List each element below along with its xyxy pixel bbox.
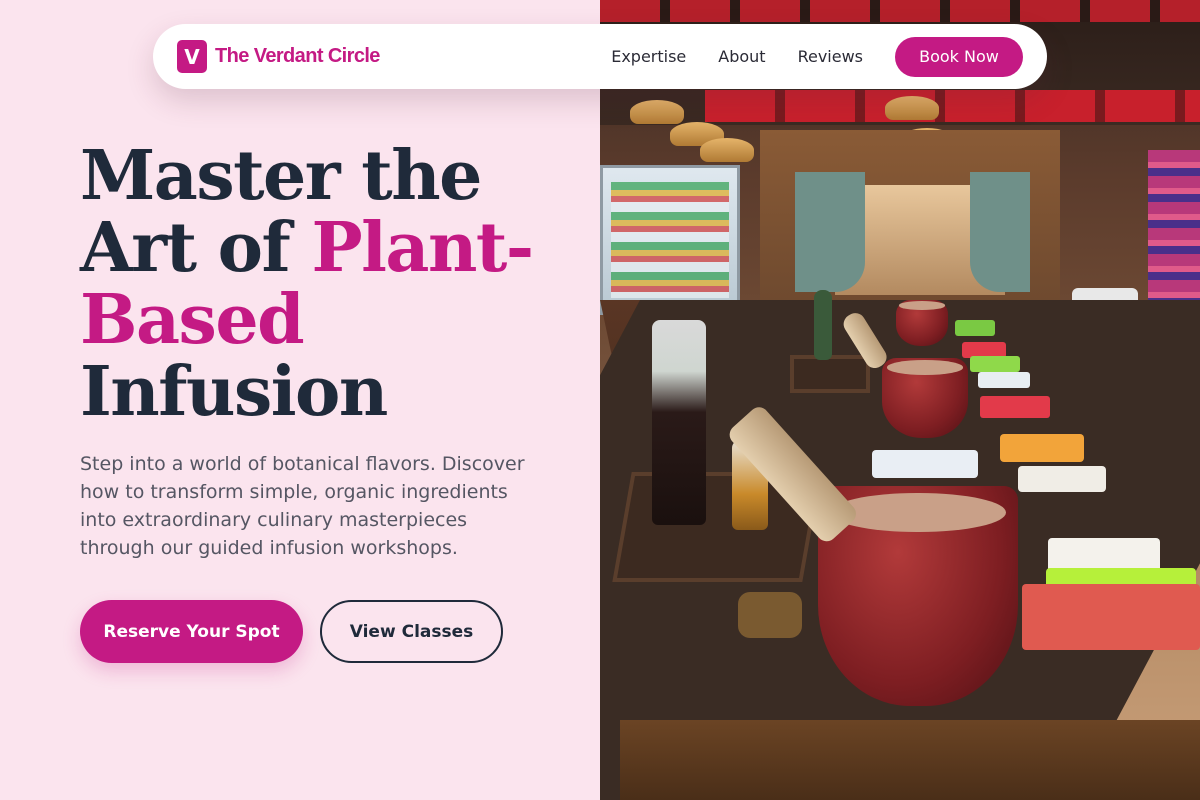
nav-link-reviews[interactable]: Reviews [798,47,863,66]
photo-counter-edge [620,720,1200,800]
brand-mark-icon: V [177,40,207,73]
photo-red-trim [600,0,1200,22]
hero-lead: Step into a world of botanical flavors. … [80,453,525,559]
condiment-tray [790,355,870,393]
mat [978,372,1030,388]
mat [1022,584,1200,650]
mortar-icon [882,358,968,438]
lamp-icon [885,96,939,120]
brand-logo[interactable]: V The Verdant Circle [177,40,380,73]
mat [955,320,995,336]
view-classes-button[interactable]: View Classes [320,600,503,663]
mat [1048,538,1160,572]
hero-headline: Master the Art of Plant- Based Infusion [80,140,580,428]
nav-links: Expertise About Reviews Book Now [611,36,1023,77]
lamp-icon [630,100,684,124]
hero-cta-row: Reserve Your Spot View Classes [80,600,503,663]
nav-link-expertise[interactable]: Expertise [611,47,686,66]
mat [970,356,1020,372]
mortar-icon [896,300,948,346]
book-now-button[interactable]: Book Now [895,36,1023,77]
photo-fridge [600,165,740,315]
sauce-bowl [738,592,802,638]
navbar: V The Verdant Circle Expertise About Rev… [153,24,1047,89]
headline-line-2: Art of [80,208,312,288]
mat [1000,434,1084,462]
brand-name: The Verdant Circle [215,45,380,67]
hero-photo [600,0,1200,800]
bottle-icon [814,290,832,360]
mat [980,396,1050,418]
bottle-icon [652,320,706,525]
photo-curtain [795,172,865,292]
photo-curtain [970,172,1030,292]
lamp-icon [700,138,754,162]
headline-line-4: Infusion [80,352,388,432]
nav-link-about[interactable]: About [718,47,765,66]
photo-red-band [705,90,1200,122]
reserve-spot-button[interactable]: Reserve Your Spot [80,600,303,663]
headline-line-1: Master the [80,136,482,216]
menu-card [872,450,978,478]
headline-accent-1: Plant- [311,208,534,288]
mat [1018,466,1106,492]
headline-accent-2: Based [80,280,305,360]
